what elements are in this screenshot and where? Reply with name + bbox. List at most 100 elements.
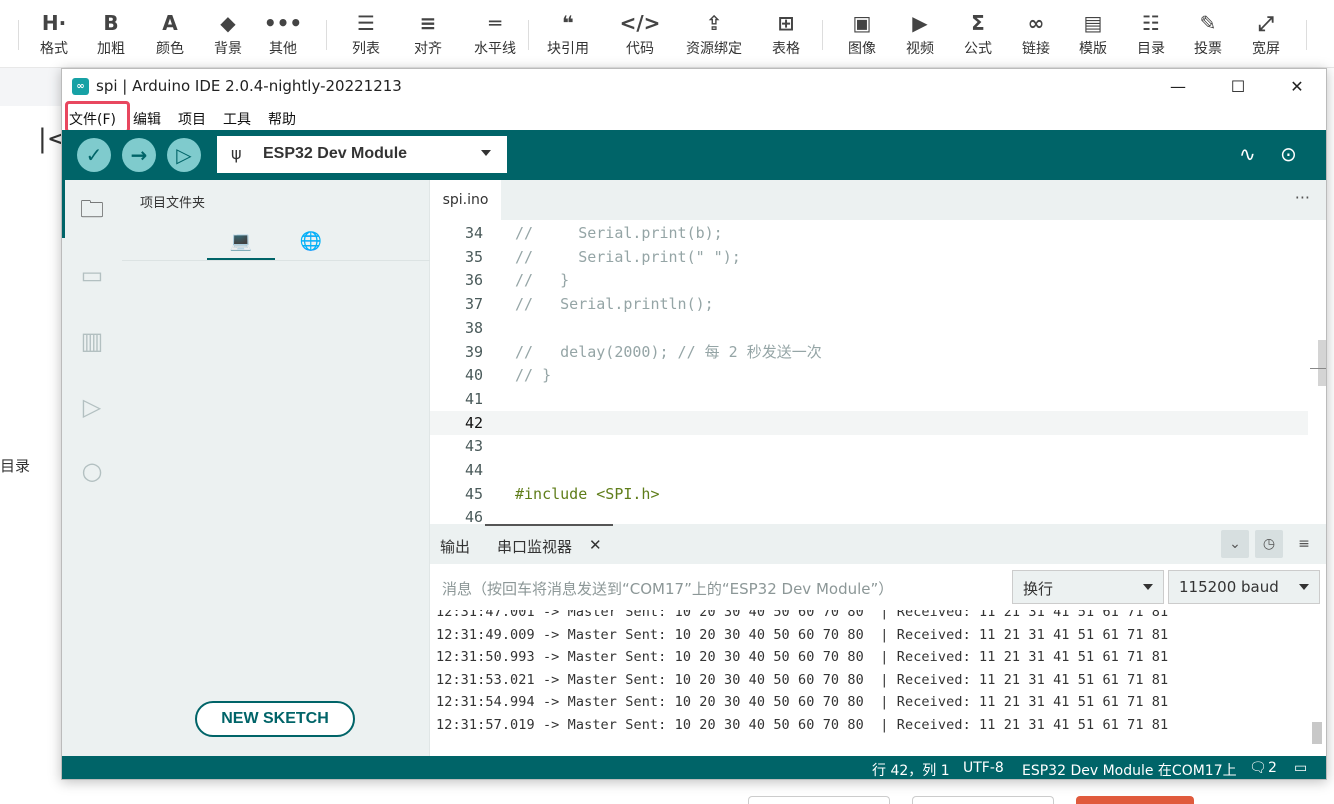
debug-sidebar-icon[interactable]: ▷ — [75, 390, 109, 424]
serial-scrollbar-thumb[interactable] — [1312, 722, 1322, 744]
autoscroll-icon[interactable]: ⌄ — [1221, 530, 1249, 558]
code-line[interactable]: 45 #include <SPI.h> — [430, 482, 1308, 506]
toggle-panel-icon[interactable]: ▭ — [1294, 760, 1307, 776]
close-button[interactable]: ✕ — [1268, 69, 1326, 104]
menu-bar: 文件(F) 编辑 项目 工具 帮助 — [62, 101, 1326, 133]
toolbar-item-icon: ••• — [263, 11, 303, 35]
toolbar-item[interactable]: </> 代码 — [610, 10, 670, 62]
cursor-position[interactable]: 行 42，列 1 — [872, 760, 950, 779]
toolbar-item[interactable]: Σ 公式 — [948, 10, 1008, 62]
main-toolbar: ✓ → ▷ ψ ESP32 Dev Module ∿ ⊙ — [62, 130, 1326, 180]
code-line[interactable]: 38 — [430, 316, 1308, 340]
toolbar-item[interactable]: ▣ 图像 — [832, 10, 892, 62]
line-ending-select[interactable]: 换行 — [1012, 570, 1164, 604]
title-bar: ∞ spi | Arduino IDE 2.0.4-nightly-202212… — [62, 69, 1326, 104]
code-line[interactable]: 43 — [430, 434, 1308, 458]
toolbar-item[interactable]: ☷ 目录 — [1121, 10, 1181, 62]
library-icon[interactable]: ▥ — [75, 324, 109, 358]
line-number: 37 — [464, 295, 483, 314]
menu-sketch[interactable]: 项目 — [178, 109, 206, 129]
background-button[interactable] — [748, 796, 890, 804]
menu-help[interactable]: 帮助 — [268, 109, 296, 129]
background-button[interactable] — [912, 796, 1054, 804]
board-port-status[interactable]: ESP32 Dev Module 在COM17上 — [1022, 760, 1237, 779]
line-text: // } — [515, 271, 570, 290]
toolbar-item[interactable]: ▶ 视频 — [890, 10, 950, 62]
toolbar-item-icon: Σ — [971, 11, 985, 35]
menu-edit[interactable]: 编辑 — [133, 109, 161, 129]
toolbar-item-label: 格式 — [40, 41, 68, 57]
code-line[interactable]: 40 // } — [430, 363, 1308, 387]
menu-tools[interactable]: 工具 — [223, 109, 251, 129]
code-line[interactable]: 46 — [430, 505, 1308, 524]
code-editor[interactable]: 34 // Serial.print(b); 35 // Serial.print("… — [430, 220, 1326, 524]
board-manager-icon[interactable]: ▭ — [75, 258, 109, 292]
close-tab-icon[interactable]: ✕ — [589, 536, 602, 554]
toolbar-item-label: 代码 — [626, 41, 654, 57]
baud-rate-select[interactable]: 115200 baud — [1168, 570, 1320, 604]
debug-icon: ▷ — [176, 143, 192, 167]
new-sketch-button[interactable]: NEW SKETCH — [195, 701, 355, 737]
tab-local-sketchbook[interactable]: 💻 — [207, 224, 275, 260]
laptop-icon: 💻 — [229, 231, 253, 252]
code-line[interactable]: 44 — [430, 458, 1308, 482]
toolbar-item[interactable]: ☰ 列表 — [336, 10, 396, 62]
timestamp-icon[interactable]: ◷ — [1255, 530, 1283, 558]
code-line[interactable]: 36 // } — [430, 268, 1308, 292]
background-primary-button[interactable] — [1076, 796, 1194, 804]
code-line[interactable]: 41 — [430, 387, 1308, 411]
clear-output-icon[interactable]: ≡ — [1290, 530, 1318, 558]
upload-button[interactable]: → — [122, 138, 156, 172]
toolbar-item[interactable]: ⊞ 表格 — [756, 10, 816, 62]
tab-output[interactable]: 输出 — [440, 536, 470, 557]
code-line[interactable]: 39 // delay(2000); // 每 2 秒发送一次 — [430, 340, 1308, 364]
tab-spi-ino[interactable]: spi.ino — [430, 180, 501, 220]
toolbar-item[interactable]: ⤢ 宽屏 — [1236, 10, 1296, 62]
background-editor-toolbar: H· 格式 B 加粗 A 颜色 ◆ 背景 ••• 其他 ☰ 列表 ≡ 对齐 ═ 水平线 ❝ 块引用 </> 代码 ⇪ 资源… — [0, 0, 1334, 68]
toolbar-item[interactable]: A 颜色 — [140, 10, 200, 62]
serial-line: 12:31:57.019 -> Master Sent: 10 20 30 40… — [436, 717, 1169, 733]
arduino-ide-window: ∞ spi | Arduino IDE 2.0.4-nightly-202212… — [61, 68, 1327, 780]
debug-button[interactable]: ▷ — [167, 138, 201, 172]
toolbar-item[interactable]: ▤ 模版 — [1063, 10, 1123, 62]
verify-button[interactable]: ✓ — [77, 138, 111, 172]
code-line[interactable]: 35 // Serial.print(" "); — [430, 245, 1308, 269]
toolbar-item-label: 列表 — [352, 41, 380, 57]
toolbar-item-icon: ✎ — [1199, 11, 1217, 35]
tab-serial-monitor[interactable]: 串口监视器 — [497, 536, 572, 557]
serial-line: 12:31:54.994 -> Master Sent: 10 20 30 40… — [436, 694, 1169, 711]
toolbar-item[interactable]: ✎ 投票 — [1178, 10, 1238, 62]
toolbar-item[interactable]: ═ 水平线 — [465, 10, 525, 62]
toolbar-item[interactable]: ••• 其他 — [253, 10, 313, 62]
menu-file[interactable]: 文件(F) — [65, 101, 130, 133]
serial-output[interactable]: 12:31:47.001 -> Master Sent: 10 20 30 40… — [430, 610, 1326, 756]
serial-plotter-icon[interactable]: ∿ — [1239, 142, 1256, 166]
code-line[interactable]: 34 // Serial.print(b); — [430, 221, 1308, 245]
board-selector[interactable]: ψ ESP32 Dev Module — [217, 136, 507, 173]
toolbar-item[interactable]: ≡ 对齐 — [398, 10, 458, 62]
toolbar-item[interactable]: B 加粗 — [81, 10, 141, 62]
tab-cloud-sketchbook[interactable]: 🌐 — [277, 224, 345, 260]
code-line[interactable]: 37 // Serial.println(); — [430, 292, 1308, 316]
editor-scrollbar[interactable] — [1316, 220, 1326, 524]
toolbar-item-label: 块引用 — [547, 41, 589, 57]
line-number: 38 — [464, 318, 483, 337]
toolbar-item[interactable]: H· 格式 — [24, 10, 84, 62]
message-input[interactable]: 消息（按回车将消息发送到“COM17”上的“ESP32 Dev Module”） — [442, 578, 893, 599]
code-line[interactable]: 42 — [430, 410, 1308, 435]
toolbar-item-icon: ☰ — [357, 11, 375, 35]
scrollbar-thumb[interactable] — [1318, 340, 1326, 386]
serial-monitor-icon[interactable]: ⊙ — [1280, 142, 1297, 166]
toolbar-item-label: 视频 — [906, 41, 934, 57]
search-icon[interactable]: ○ — [75, 454, 109, 488]
more-icon[interactable]: ··· — [1295, 188, 1310, 207]
toolbar-item[interactable]: ◆ 背景 — [198, 10, 258, 62]
minimize-button[interactable]: — — [1149, 69, 1207, 104]
toolbar-item[interactable]: ❝ 块引用 — [538, 10, 598, 62]
toolbar-item[interactable]: ⇪ 资源绑定 — [684, 10, 744, 62]
notifications-icon[interactable]: 🗨 — [1249, 760, 1267, 776]
serial-line: 12:31:47.001 -> Master Sent: 10 20 30 40… — [436, 610, 1169, 620]
folder-icon[interactable]: 🗀 — [75, 192, 109, 226]
maximize-button[interactable]: ☐ — [1209, 69, 1267, 104]
toolbar-item[interactable]: ∞ 链接 — [1006, 10, 1066, 62]
